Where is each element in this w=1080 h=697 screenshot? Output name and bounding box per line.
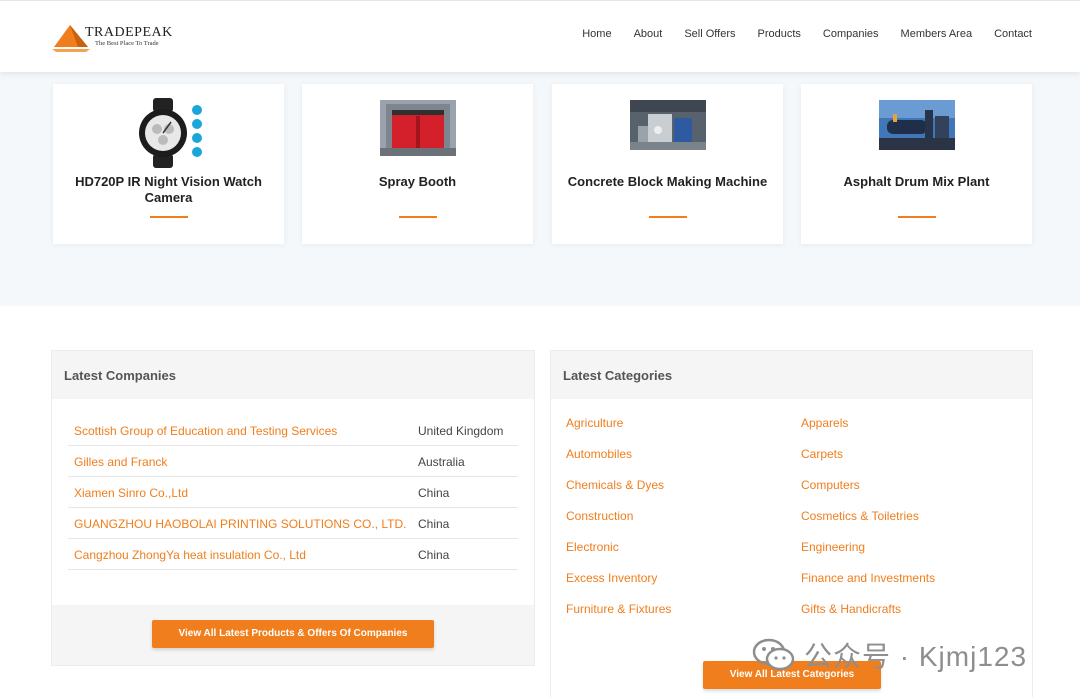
category-link-automobiles[interactable]: Automobiles xyxy=(566,447,632,461)
company-country: China xyxy=(418,517,450,531)
wechat-icon xyxy=(752,638,795,671)
table-row: GUANGZHOU HAOBOLAI PRINTING SOLUTIONS CO… xyxy=(68,508,518,539)
latest-companies-panel: Latest Companies Scottish Group of Educa… xyxy=(51,350,535,666)
table-row: Xiamen Sinro Co.,Ltd China xyxy=(68,477,518,508)
product-card[interactable]: HD720P IR Night Vision Watch Camera xyxy=(53,84,284,244)
company-country: United Kingdom xyxy=(418,424,504,438)
table-row: Scottish Group of Education and Testing … xyxy=(68,415,518,446)
table-row: Cangzhou ZhongYa heat insulation Co., Lt… xyxy=(68,539,518,570)
view-all-companies-button[interactable]: View All Latest Products & Offers Of Com… xyxy=(152,620,434,648)
title-underline xyxy=(648,216,687,218)
watermark: 公众号 · Kjmj123 xyxy=(752,638,1027,672)
nav-products[interactable]: Products xyxy=(757,27,800,41)
site-logo[interactable]: TRADEPEAK The Best Place To Trade xyxy=(52,21,182,55)
category-link-cosmetics-toiletries[interactable]: Cosmetics & Toiletries xyxy=(801,509,919,523)
title-underline xyxy=(149,216,188,218)
company-country: China xyxy=(418,548,450,562)
title-underline xyxy=(897,216,936,218)
category-link-gifts-handicrafts[interactable]: Gifts & Handicrafts xyxy=(801,602,901,616)
product-title[interactable]: Asphalt Drum Mix Plant xyxy=(811,174,1022,190)
company-country: Australia xyxy=(418,455,465,469)
category-link-construction[interactable]: Construction xyxy=(566,509,633,523)
panel-heading: Latest Companies xyxy=(52,351,534,399)
asphalt-plant-image xyxy=(878,100,955,150)
category-link-chemicals-dyes[interactable]: Chemicals & Dyes xyxy=(566,478,664,492)
nav-home[interactable]: Home xyxy=(582,27,611,41)
nav-contact[interactable]: Contact xyxy=(994,27,1032,41)
company-link[interactable]: Xiamen Sinro Co.,Ltd xyxy=(74,486,188,500)
spray-booth-image xyxy=(379,100,456,156)
product-title[interactable]: Spray Booth xyxy=(312,174,523,190)
brand-name: TRADEPEAK xyxy=(85,25,173,40)
product-title[interactable]: Concrete Block Making Machine xyxy=(562,174,773,190)
panel-footer: View All Latest Products & Offers Of Com… xyxy=(52,605,534,665)
block-machine-image xyxy=(629,100,706,150)
category-link-engineering[interactable]: Engineering xyxy=(801,540,865,554)
category-link-carpets[interactable]: Carpets xyxy=(801,447,843,461)
nav-companies[interactable]: Companies xyxy=(823,27,879,41)
brand-tagline: The Best Place To Trade xyxy=(95,40,159,47)
company-link[interactable]: Gilles and Franck xyxy=(74,455,167,469)
product-title[interactable]: HD720P IR Night Vision Watch Camera xyxy=(63,174,274,206)
nav-members-area[interactable]: Members Area xyxy=(901,27,973,41)
product-card[interactable]: Concrete Block Making Machine xyxy=(552,84,783,244)
panel-heading: Latest Categories xyxy=(551,351,1032,399)
watermark-text: 公众号 · Kjmj123 xyxy=(804,641,1028,672)
category-link-electronic[interactable]: Electronic xyxy=(566,540,619,554)
site-header: TRADEPEAK The Best Place To Trade Home A… xyxy=(0,0,1080,72)
company-country: China xyxy=(418,486,450,500)
watch-camera-image xyxy=(138,98,202,168)
category-link-agriculture[interactable]: Agriculture xyxy=(566,416,623,430)
category-link-computers[interactable]: Computers xyxy=(801,478,860,492)
nav-sell-offers[interactable]: Sell Offers xyxy=(684,27,735,41)
main-nav: Home About Sell Offers Products Companie… xyxy=(560,27,1032,41)
company-link[interactable]: Cangzhou ZhongYa heat insulation Co., Lt… xyxy=(74,548,306,562)
company-link[interactable]: Scottish Group of Education and Testing … xyxy=(74,424,337,438)
company-link[interactable]: GUANGZHOU HAOBOLAI PRINTING SOLUTIONS CO… xyxy=(74,517,406,531)
product-card[interactable]: Spray Booth xyxy=(302,84,533,244)
category-link-excess-inventory[interactable]: Excess Inventory xyxy=(566,571,657,585)
category-link-finance-investments[interactable]: Finance and Investments xyxy=(801,571,935,585)
category-link-furniture-fixtures[interactable]: Furniture & Fixtures xyxy=(566,602,671,616)
product-card[interactable]: Asphalt Drum Mix Plant xyxy=(801,84,1032,244)
table-row: Gilles and Franck Australia xyxy=(68,446,518,477)
nav-about[interactable]: About xyxy=(634,27,663,41)
category-link-apparels[interactable]: Apparels xyxy=(801,416,848,430)
title-underline xyxy=(398,216,437,218)
